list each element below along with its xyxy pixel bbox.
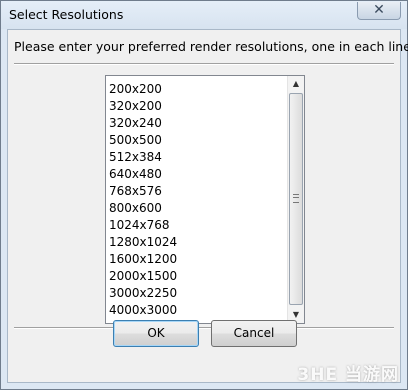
resolution-line[interactable]: 200x200	[109, 81, 177, 98]
top-separator	[14, 63, 394, 65]
resolution-line[interactable]: 320x200	[109, 98, 177, 115]
vertical-scrollbar[interactable]: ▲ ▼	[287, 76, 304, 323]
scroll-thumb[interactable]	[289, 93, 303, 305]
resolution-line[interactable]: 640x480	[109, 166, 177, 183]
resolution-line[interactable]: 3000x2250	[109, 285, 177, 302]
title-bar[interactable]: Select Resolutions ✕	[1, 1, 407, 29]
resolution-line[interactable]: 1024x768	[109, 217, 177, 234]
ok-button[interactable]: OK	[113, 320, 199, 347]
dialog-window: Select Resolutions ✕ Please enter your p…	[0, 0, 408, 390]
resolution-line[interactable]: 768x576	[109, 183, 177, 200]
watermark-logo: 3HE 当游网	[297, 365, 399, 385]
resolution-line[interactable]: 1280x1024	[109, 234, 177, 251]
resolution-line[interactable]: 2000x1500	[109, 268, 177, 285]
resolution-line[interactable]: 512x384	[109, 149, 177, 166]
grip-icon	[293, 194, 299, 203]
cancel-button[interactable]: Cancel	[211, 320, 297, 347]
resolution-line[interactable]: 4000x3000	[109, 302, 177, 319]
close-icon: ✕	[373, 2, 385, 18]
bottom-separator	[14, 327, 394, 329]
instruction-text: Please enter your preferred render resol…	[14, 39, 408, 54]
resolution-line[interactable]: 500x500	[109, 132, 177, 149]
close-button[interactable]: ✕	[357, 2, 401, 20]
dialog-body: Please enter your preferred render resol…	[7, 29, 408, 383]
scroll-up-arrow-icon[interactable]: ▲	[288, 76, 304, 92]
resolutions-textarea[interactable]: 200x200 320x200 320x240 500x500 512x384 640x4…	[105, 75, 305, 324]
resolution-line[interactable]: 1600x1200	[109, 251, 177, 268]
resolution-line[interactable]: 800x600	[109, 200, 177, 217]
resolution-line[interactable]: 320x240	[109, 115, 177, 132]
window-title: Select Resolutions	[9, 7, 124, 22]
resolution-list: 200x200 320x200 320x240 500x500 512x384 640x4…	[109, 81, 177, 319]
